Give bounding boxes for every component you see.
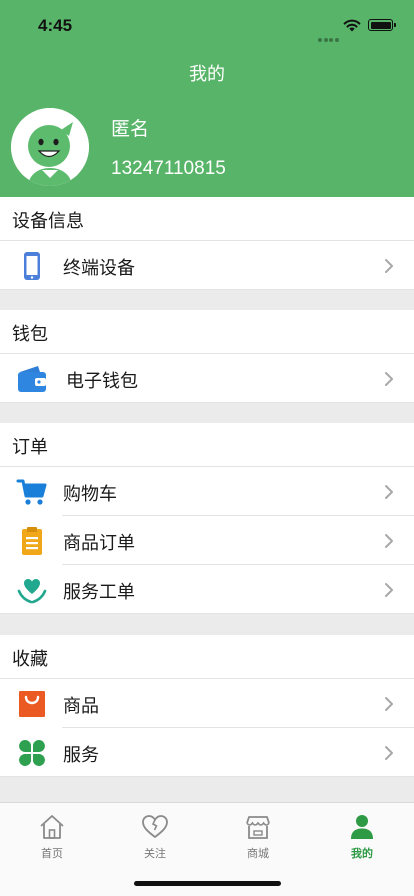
tab-home[interactable]: 首页: [22, 813, 82, 863]
store-icon: [246, 816, 270, 839]
page-title: 我的: [189, 64, 225, 85]
list-item-label: 服务工单: [63, 582, 135, 603]
list-item-e-wallet[interactable]: 电子钱包: [0, 354, 414, 403]
tab-mine[interactable]: 我的: [332, 813, 392, 863]
tab-label: 首页: [41, 847, 63, 860]
clipboard-icon: [22, 527, 42, 555]
section-separator: [0, 777, 414, 802]
list-item-label: 购物车: [63, 484, 117, 505]
list-item-label: 终端设备: [63, 258, 135, 279]
chevron-right-icon: [385, 534, 393, 548]
home-indicator: [134, 881, 281, 886]
section-header-favorites: 收藏: [0, 635, 414, 679]
chevron-right-icon: [385, 746, 393, 760]
chevron-right-icon: [385, 583, 393, 597]
list-item-label: 服务: [63, 745, 99, 766]
section-title: 订单: [12, 437, 48, 458]
tab-label: 关注: [144, 847, 166, 860]
person-icon: [351, 815, 373, 839]
chevron-right-icon: [385, 697, 393, 711]
cart-icon: [16, 479, 47, 505]
wallet-icon: [18, 366, 46, 392]
list-item-service-orders[interactable]: 服务工单: [0, 565, 414, 614]
heart-icon: [142, 815, 168, 838]
section-separator: [0, 290, 414, 310]
section-title: 设备信息: [12, 211, 84, 232]
section-separator: [0, 614, 414, 635]
section-title: 收藏: [12, 649, 48, 670]
section-separator: [0, 403, 414, 423]
user-name: 匿名: [111, 118, 150, 140]
list-item-product-orders[interactable]: 商品订单: [0, 516, 414, 565]
avatar-face-icon: [11, 108, 89, 186]
home-icon: [40, 815, 64, 839]
phone-icon: [24, 252, 40, 280]
tab-label: 商城: [247, 847, 269, 860]
list-item-shopping-cart[interactable]: 购物车: [0, 467, 414, 516]
tab-mall[interactable]: 商城: [228, 813, 288, 863]
list-item-favorite-products[interactable]: 商品: [0, 679, 414, 728]
status-time: 4:45: [38, 16, 73, 35]
chevron-right-icon: [385, 372, 393, 386]
shopping-bag-icon: [19, 691, 45, 717]
signal-icon: [318, 27, 340, 42]
wifi-icon: [343, 19, 361, 32]
tab-follow[interactable]: 关注: [125, 813, 185, 863]
list-item-label: 商品: [63, 696, 99, 717]
list-item-favorite-services[interactable]: 服务: [0, 728, 414, 777]
list-item-label: 商品订单: [63, 533, 135, 554]
chevron-right-icon: [385, 259, 393, 273]
section-title: 钱包: [12, 324, 48, 345]
clover-icon: [19, 740, 45, 766]
section-header-orders: 订单: [0, 423, 414, 467]
chevron-right-icon: [385, 485, 393, 499]
user-phone: 13247110815: [111, 158, 226, 179]
section-header-wallet: 钱包: [0, 310, 414, 354]
heart-hands-icon: [17, 579, 47, 604]
section-header-device: 设备信息: [0, 197, 414, 241]
list-item-label: 电子钱包: [66, 371, 138, 392]
status-bar: 4:45: [0, 0, 414, 50]
profile-header: 4:45 我的 匿名 13247110815: [0, 0, 414, 197]
avatar[interactable]: [11, 108, 89, 186]
tab-label: 我的: [351, 847, 373, 860]
battery-icon: [368, 19, 396, 31]
list-item-terminal-device[interactable]: 终端设备: [0, 241, 414, 290]
